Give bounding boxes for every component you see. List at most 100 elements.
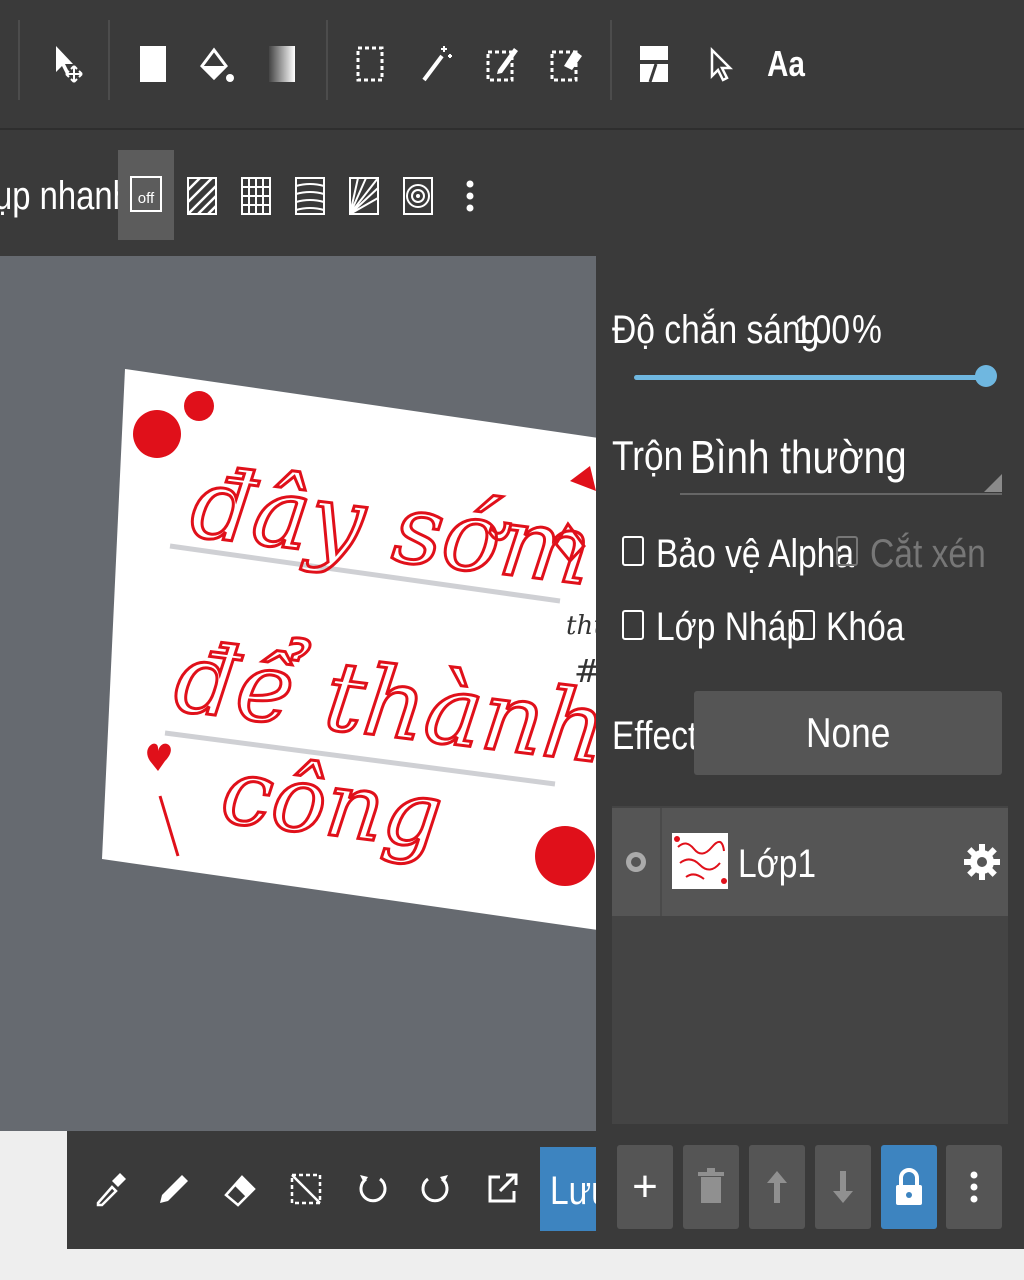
- move-down-icon: [833, 1171, 853, 1203]
- bucket-icon: [200, 47, 234, 82]
- frame-divider-tool-button[interactable]: [624, 34, 684, 94]
- move-layer-up-button[interactable]: [749, 1145, 805, 1229]
- undo-button[interactable]: [344, 1147, 400, 1231]
- gradient-tool-button[interactable]: [252, 34, 312, 94]
- pen-button[interactable]: [146, 1147, 202, 1231]
- gradient-icon: [269, 46, 295, 82]
- move-layer-down-button[interactable]: [815, 1145, 871, 1229]
- snap-off-text: off: [138, 190, 155, 207]
- eraser-button[interactable]: [212, 1147, 268, 1231]
- snap-label: ụp nhanh: [0, 174, 131, 218]
- snap-toolbar: ụp nhanh off: [0, 128, 1024, 256]
- lock-layer-button[interactable]: [881, 1145, 937, 1229]
- eraser-icon: [224, 1175, 256, 1207]
- lock-label: Khóa: [826, 605, 905, 649]
- select-tool-button[interactable]: [340, 34, 400, 94]
- gear-icon: [964, 844, 1000, 880]
- save-label: Lưu: [550, 1169, 596, 1213]
- circle-icon: [403, 177, 433, 215]
- layer-visibility-toggle[interactable]: [612, 808, 662, 916]
- add-layer-icon: +: [632, 1162, 658, 1211]
- bucket-tool-button[interactable]: [186, 34, 246, 94]
- draft-checkbox[interactable]: [622, 610, 644, 640]
- artwork-page: đây sớm để thành công thu #: [102, 369, 596, 930]
- layer-more-button[interactable]: [946, 1145, 1002, 1229]
- snap-radial-button[interactable]: [334, 166, 394, 226]
- operation-tool-button[interactable]: [690, 34, 750, 94]
- undo-icon: [359, 1175, 387, 1203]
- export-icon: [488, 1173, 518, 1203]
- select-eraser-tool-button[interactable]: [536, 34, 596, 94]
- lock-checkbox[interactable]: [793, 610, 815, 640]
- opacity-value: 100: [794, 308, 851, 352]
- opacity-label: Độ chắn sáng: [612, 308, 820, 352]
- footer-strip: [0, 1249, 1024, 1280]
- draft-label: Lớp Nháp: [656, 605, 806, 649]
- layer-settings-button[interactable]: [960, 840, 1004, 884]
- blend-mode-select[interactable]: Bình thường: [690, 430, 907, 484]
- snap-more-button[interactable]: [440, 166, 500, 226]
- grid-icon: [241, 177, 271, 215]
- magic-wand-tool-button[interactable]: [406, 34, 466, 94]
- layer-name: Lớp1: [738, 842, 817, 886]
- blend-label: Trộn: [612, 432, 684, 479]
- delete-layer-button[interactable]: [683, 1145, 739, 1229]
- layer-thumbnail: [672, 833, 728, 889]
- snap-off-button[interactable]: off: [118, 150, 174, 240]
- lock-icon: [896, 1168, 922, 1205]
- radial-icon: [349, 177, 379, 215]
- toolbar-divider: [326, 20, 328, 100]
- more-icon: [970, 1171, 978, 1203]
- select-pen-icon: [486, 48, 518, 82]
- select-pen-tool-button[interactable]: [472, 34, 532, 94]
- deselect-button[interactable]: [278, 1147, 334, 1231]
- parallel-lines-icon: [187, 177, 217, 215]
- artwork-side-text-2: #: [574, 652, 596, 690]
- curve-lines-icon: [295, 177, 325, 215]
- select-eraser-icon: [550, 50, 582, 82]
- canvas-area[interactable]: đây sớm để thành công thu #: [0, 256, 596, 1131]
- eyedropper-button[interactable]: [82, 1147, 138, 1231]
- protect-alpha-label: Bảo vệ Alpha: [656, 532, 855, 576]
- artwork-side-text-1: thu: [566, 611, 596, 641]
- redo-icon: [421, 1175, 449, 1203]
- blend-underline: [680, 493, 1002, 495]
- clipping-checkbox: [836, 536, 858, 566]
- main-toolbar: Aa: [0, 0, 1024, 128]
- text-icon: Aa: [767, 43, 805, 84]
- fill-rect-tool-button[interactable]: [122, 34, 182, 94]
- effect-label: Effect: [612, 714, 698, 758]
- toolbar-divider: [108, 20, 110, 100]
- snap-off-icon: off: [130, 176, 162, 212]
- dashed-select-icon: [356, 46, 384, 82]
- clipping-label: Cắt xén: [870, 532, 986, 576]
- snap-grid-button[interactable]: [226, 166, 286, 226]
- opacity-slider-handle[interactable]: [975, 365, 997, 387]
- opacity-slider[interactable]: [634, 375, 986, 380]
- effect-value: None: [805, 709, 891, 756]
- rectangle-icon: [140, 46, 166, 82]
- export-button[interactable]: [474, 1147, 530, 1231]
- more-icon: [466, 180, 474, 212]
- save-button[interactable]: Lưu: [540, 1147, 596, 1231]
- pointer-icon: [710, 46, 734, 82]
- text-tool-button[interactable]: Aa: [756, 34, 816, 94]
- snap-circle-button[interactable]: [388, 166, 448, 226]
- snap-curve-button[interactable]: [280, 166, 340, 226]
- move-up-icon: [767, 1171, 787, 1203]
- opacity-unit: %: [852, 308, 882, 352]
- toolbar-divider: [18, 20, 20, 100]
- move-cursor-icon: [56, 46, 83, 83]
- pen-icon: [160, 1175, 188, 1203]
- protect-alpha-checkbox[interactable]: [622, 536, 644, 566]
- add-layer-button[interactable]: +: [617, 1145, 673, 1229]
- dropdown-arrow-icon: [984, 474, 1002, 492]
- effect-button[interactable]: None: [694, 691, 1002, 775]
- eye-icon: [626, 852, 646, 872]
- move-tool-button[interactable]: [36, 34, 96, 94]
- magic-wand-icon: [422, 46, 452, 82]
- toolbar-divider: [610, 20, 612, 100]
- delete-icon: [698, 1168, 724, 1203]
- redo-button[interactable]: [408, 1147, 464, 1231]
- snap-parallel-button[interactable]: [172, 166, 232, 226]
